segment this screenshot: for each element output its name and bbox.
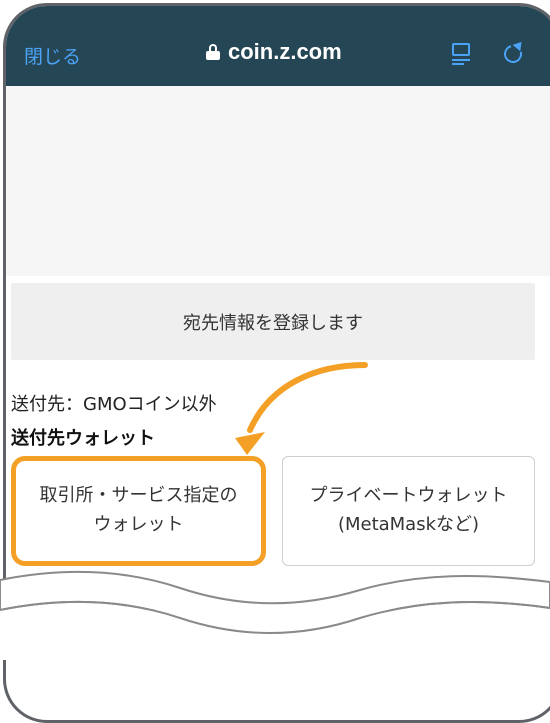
- private-wallet-option[interactable]: プライベートウォレット (MetaMaskなど): [282, 456, 535, 566]
- wallet-heading: 送付先ウォレット: [11, 428, 155, 449]
- url-text: coin.z.com: [228, 39, 342, 64]
- torn-edge-decoration: [0, 570, 550, 660]
- blank-content-area: [6, 86, 550, 276]
- exchange-wallet-option[interactable]: 取引所・サービス指定の ウォレット: [11, 456, 266, 566]
- curved-arrow-icon: [235, 362, 368, 455]
- exchange-wallet-label-line2: ウォレット: [93, 514, 184, 535]
- register-address-button[interactable]: 宛先情報を登録します: [11, 283, 535, 360]
- lock-icon: [206, 44, 220, 60]
- private-wallet-label-line2: (MetaMaskなど): [337, 514, 480, 535]
- private-wallet-label-line1: プライベートウォレット: [309, 485, 508, 507]
- reload-icon[interactable]: [500, 38, 526, 67]
- browser-top-bar: 閉じる coin.z.com: [6, 6, 550, 86]
- exchange-wallet-label-line1: 取引所・サービス指定の: [39, 485, 238, 507]
- reader-icon[interactable]: [450, 41, 474, 65]
- close-button[interactable]: 閉じる: [24, 42, 81, 69]
- address-bar[interactable]: coin.z.com: [206, 39, 342, 65]
- destination-text: 送付先：GMOコイン以外: [11, 394, 217, 415]
